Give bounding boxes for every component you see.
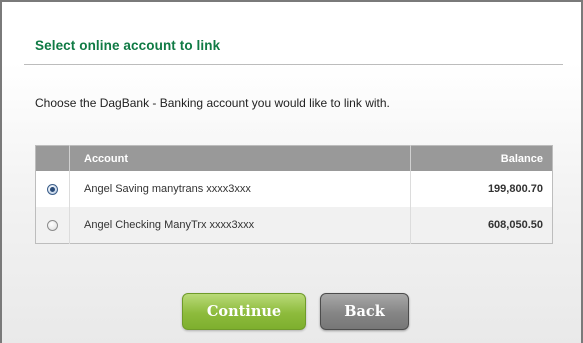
account-balance: 199,800.70 — [410, 171, 553, 207]
row-select-cell[interactable] — [35, 207, 70, 244]
table-row[interactable]: Angel Checking ManyTrx xxxx3xxx 608,050.… — [35, 207, 553, 244]
account-name: Angel Saving manytrans xxxx3xxx — [69, 171, 411, 207]
row-select-cell[interactable] — [35, 171, 70, 207]
continue-button[interactable]: Continue — [182, 293, 306, 330]
header-account: Account — [69, 145, 411, 171]
account-radio[interactable] — [47, 219, 58, 231]
account-balance: 608,050.50 — [410, 207, 553, 244]
page-title: Select online account to link — [35, 38, 221, 53]
header-balance: Balance — [410, 145, 553, 171]
table-header-row: Account Balance — [35, 145, 553, 171]
header-radio-column — [35, 145, 70, 171]
intro-text: Choose the DagBank - Banking account you… — [35, 96, 390, 110]
title-divider — [24, 64, 563, 65]
table-row[interactable]: Angel Saving manytrans xxxx3xxx 199,800.… — [35, 171, 553, 207]
accounts-table: Account Balance Angel Saving manytrans x… — [35, 145, 553, 244]
link-account-panel: Select online account to link Choose the… — [0, 0, 583, 343]
back-button[interactable]: Back — [320, 293, 409, 330]
account-radio-selected[interactable] — [47, 183, 58, 195]
account-name: Angel Checking ManyTrx xxxx3xxx — [69, 207, 411, 244]
